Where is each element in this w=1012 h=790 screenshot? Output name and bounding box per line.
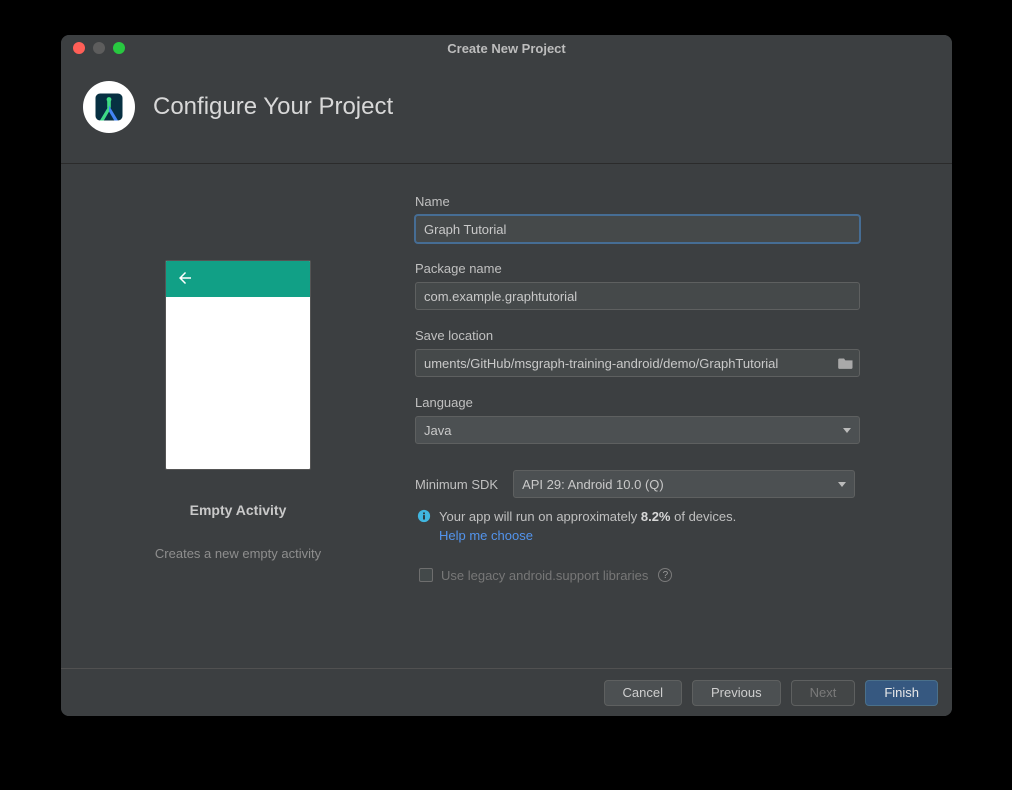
legacy-libraries-checkbox[interactable] xyxy=(419,568,433,582)
chevron-down-icon xyxy=(843,428,851,433)
name-input[interactable] xyxy=(415,215,860,243)
android-studio-logo xyxy=(83,81,135,133)
dialog-window: Create New Project Configure Your Projec… xyxy=(61,35,952,716)
activity-description: Creates a new empty activity xyxy=(155,546,321,561)
language-label: Language xyxy=(415,395,916,410)
dialog-footer: Cancel Previous Next Finish xyxy=(61,668,952,716)
window-title: Create New Project xyxy=(61,41,952,56)
package-name-input[interactable] xyxy=(415,282,860,310)
sdk-info-text: Your app will run on approximately 8.2% … xyxy=(439,508,736,546)
dialog-header: Configure Your Project xyxy=(61,61,952,164)
language-select[interactable]: Java xyxy=(415,416,860,444)
name-label: Name xyxy=(415,194,916,209)
next-button: Next xyxy=(791,680,856,706)
close-window-button[interactable] xyxy=(73,42,85,54)
maximize-window-button[interactable] xyxy=(113,42,125,54)
cancel-button[interactable]: Cancel xyxy=(604,680,682,706)
sdk-info: Your app will run on approximately 8.2% … xyxy=(417,508,916,546)
minimum-sdk-select[interactable]: API 29: Android 10.0 (Q) xyxy=(513,470,855,498)
previous-button[interactable]: Previous xyxy=(692,680,781,706)
preview-appbar xyxy=(166,261,310,297)
info-icon xyxy=(417,509,431,523)
save-location-input[interactable] xyxy=(415,349,860,377)
minimum-sdk-value: API 29: Android 10.0 (Q) xyxy=(522,477,664,492)
window-controls xyxy=(61,42,125,54)
minimize-window-button[interactable] xyxy=(93,42,105,54)
browse-folder-icon[interactable] xyxy=(838,357,854,370)
help-icon[interactable]: ? xyxy=(658,568,672,582)
legacy-libraries-label: Use legacy android.support libraries xyxy=(441,568,648,583)
activity-name: Empty Activity xyxy=(190,502,287,518)
form-pane: Name Package name Save location Language… xyxy=(415,164,952,668)
back-arrow-icon xyxy=(176,269,194,290)
activity-preview-pane: Empty Activity Creates a new empty activ… xyxy=(61,164,415,668)
finish-button[interactable]: Finish xyxy=(865,680,938,706)
page-title: Configure Your Project xyxy=(153,93,393,121)
language-value: Java xyxy=(424,423,451,438)
titlebar: Create New Project xyxy=(61,35,952,61)
activity-preview xyxy=(165,260,311,470)
help-me-choose-link[interactable]: Help me choose xyxy=(439,528,533,543)
chevron-down-icon xyxy=(838,482,846,487)
save-location-label: Save location xyxy=(415,328,916,343)
dialog-body: Empty Activity Creates a new empty activ… xyxy=(61,164,952,668)
minimum-sdk-label: Minimum SDK xyxy=(415,477,498,492)
package-name-label: Package name xyxy=(415,261,916,276)
